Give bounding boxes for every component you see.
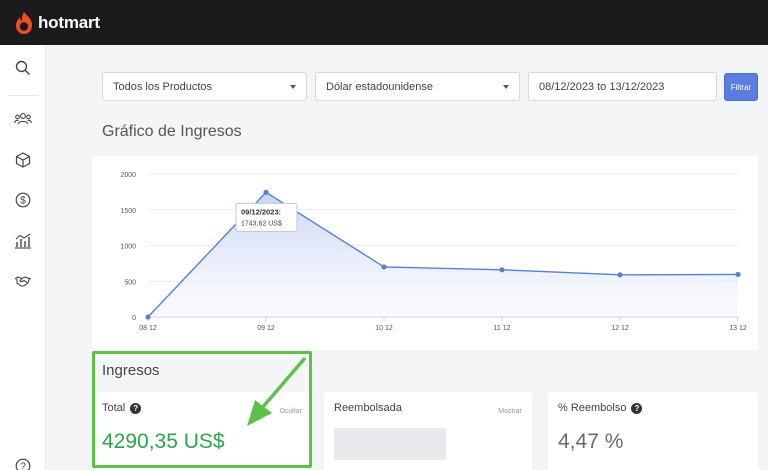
y-tick-label: 1500	[120, 208, 136, 215]
kpi-refund-rate-value: 4,47 %	[558, 430, 624, 453]
kpi-refund-rate-label: % Reembolso ?	[558, 402, 643, 414]
kpi-refund-rate-label-text: % Reembolso	[558, 402, 627, 414]
hidden-value-placeholder	[334, 428, 446, 460]
kpi-total-value: 4290,35 US$	[102, 430, 225, 453]
kpi-refunded-label: Reembolsada	[334, 402, 402, 414]
tooltip-value: 1743,62 US$	[241, 220, 282, 227]
show-link[interactable]: Mostrar	[498, 408, 522, 415]
search-icon[interactable]	[13, 58, 33, 78]
filter-bar: Todos los Productos Dólar estadounidense…	[102, 72, 758, 102]
x-tick-label: 11 12	[494, 325, 511, 332]
help-icon[interactable]: ?	[130, 402, 142, 414]
x-tick-label: 08 12	[139, 325, 157, 332]
data-point	[735, 271, 741, 278]
hide-link[interactable]: Ocultar	[279, 408, 302, 415]
currency-select[interactable]: Dólar estadounidense	[315, 72, 520, 101]
chevron-down-icon	[503, 85, 509, 89]
date-range-input[interactable]: 08/12/2023 to 13/12/2023	[528, 72, 717, 101]
revenue-chart: 0 500 1000 1500 2000 08 12 09 12 10 12 11 12 12 1…	[120, 172, 747, 332]
data-point	[499, 267, 505, 273]
y-tick-label: 1000	[120, 244, 136, 251]
product-select-value: Todos los Productos	[113, 80, 213, 93]
ingresos-title: Ingresos	[102, 362, 160, 379]
product-select[interactable]: Todos los Productos	[102, 72, 307, 101]
y-tick-label: 2000	[120, 172, 136, 179]
chevron-down-icon	[290, 85, 296, 89]
kpi-total-label: Total ?	[102, 402, 142, 414]
x-tick-label: 10 12	[375, 325, 393, 332]
kpi-refunded-card: Reembolsada Mostrar	[324, 392, 532, 470]
hotmart-logo-icon[interactable]	[14, 11, 34, 35]
top-bar: hotmart	[0, 0, 768, 45]
data-point	[381, 264, 387, 270]
handshake-icon[interactable]	[13, 271, 33, 291]
svg-text:?: ?	[20, 462, 26, 470]
data-point	[263, 189, 269, 195]
sidebar: $ ?	[0, 45, 46, 470]
data-point	[145, 314, 151, 320]
y-tick-label: 0	[132, 315, 136, 322]
kpi-refunded-label-text: Reembolsada	[334, 402, 402, 414]
tooltip-title: 09/12/2023:	[241, 207, 281, 216]
users-icon[interactable]	[13, 109, 33, 129]
svg-text:$: $	[20, 196, 26, 207]
data-point	[617, 272, 623, 278]
help-icon[interactable]: ?	[13, 456, 33, 470]
x-tick-label: 09 12	[257, 325, 275, 332]
help-icon[interactable]: ?	[631, 402, 643, 414]
brand-name[interactable]: hotmart	[38, 13, 100, 33]
filter-button[interactable]: Filtrar	[724, 73, 758, 101]
analytics-icon[interactable]	[13, 231, 33, 251]
dollar-icon[interactable]: $	[13, 190, 33, 210]
kpi-refund-rate-card: % Reembolso ? 4,47 %	[548, 392, 758, 470]
kpi-total-card: Total ? Ocultar 4290,35 US$	[92, 392, 312, 470]
y-tick-label: 500	[124, 279, 136, 286]
date-range-value: 08/12/2023 to 13/12/2023	[539, 80, 665, 93]
x-tick-label: 13 12	[729, 325, 747, 332]
x-tick-label: 12 12	[611, 325, 629, 332]
kpi-total-label-text: Total	[102, 402, 126, 414]
box-icon[interactable]	[13, 150, 33, 170]
main-content: Todos los Productos Dólar estadounidense…	[92, 60, 758, 470]
chart-section-title: Gráfico de Ingresos	[102, 123, 242, 140]
currency-select-value: Dólar estadounidense	[326, 80, 434, 93]
sidebar-divider	[8, 95, 38, 96]
revenue-chart-card: 0 500 1000 1500 2000 08 12 09 12 10 12 11 12 12 1…	[92, 156, 758, 350]
